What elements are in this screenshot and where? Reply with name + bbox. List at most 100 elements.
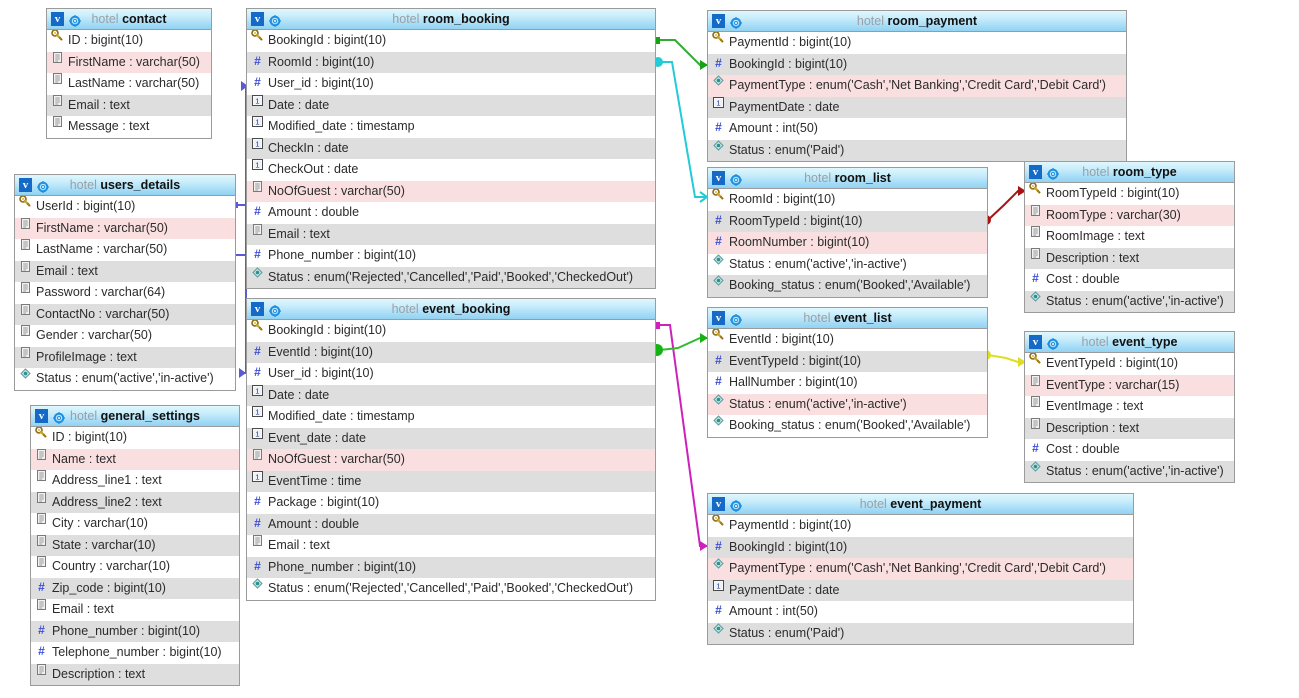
field-row[interactable]: PaymentType : enum('Cash','Net Banking',…	[708, 75, 1126, 97]
field-row[interactable]: ID : bigint(10)	[47, 30, 211, 52]
field-row[interactable]: # HallNumber : bigint(10)	[708, 372, 987, 394]
field-row[interactable]: # Cost : double	[1025, 269, 1234, 291]
field-row[interactable]: 1 PaymentDate : date	[708, 579, 1133, 601]
field-row[interactable]: 1 CheckOut : date	[247, 159, 655, 181]
gear-icon[interactable]	[730, 498, 742, 512]
field-row[interactable]: PaymentType : enum('Cash','Net Banking',…	[708, 558, 1133, 580]
field-row[interactable]: PaymentId : bigint(10)	[708, 32, 1126, 54]
expand-collapse-icon[interactable]: v	[35, 408, 48, 423]
table-room_type[interactable]: v hotel room_type RoomTypeId : bigint(10) R…	[1024, 161, 1235, 313]
field-row[interactable]: # Cost : double	[1025, 439, 1234, 461]
table-header-event_type[interactable]: v hotel event_type	[1025, 332, 1234, 353]
field-row[interactable]: Address_line2 : text	[31, 491, 239, 513]
field-row[interactable]: # Amount : int(50)	[708, 601, 1133, 623]
field-row[interactable]: Message : text	[47, 116, 211, 138]
table-header-room_type[interactable]: v hotel room_type	[1025, 162, 1234, 183]
field-row[interactable]: ID : bigint(10)	[31, 427, 239, 449]
gear-icon[interactable]	[730, 312, 742, 326]
table-header-event_booking[interactable]: v hotel event_booking	[247, 299, 655, 320]
expand-collapse-icon[interactable]: v	[251, 11, 264, 26]
field-row[interactable]: City : varchar(10)	[31, 513, 239, 535]
field-row[interactable]: Gender : varchar(50)	[15, 325, 235, 347]
field-row[interactable]: # Amount : double	[247, 513, 655, 535]
gear-icon[interactable]	[269, 13, 281, 27]
field-row[interactable]: Password : varchar(64)	[15, 282, 235, 304]
field-row[interactable]: ContactNo : varchar(50)	[15, 303, 235, 325]
expand-collapse-icon[interactable]: v	[19, 177, 32, 192]
table-header-room_payment[interactable]: v hotel room_payment	[708, 11, 1126, 32]
field-row[interactable]: UserId : bigint(10)	[15, 196, 235, 218]
field-row[interactable]: # EventId : bigint(10)	[247, 341, 655, 363]
field-row[interactable]: 1 PaymentDate : date	[708, 96, 1126, 118]
expand-collapse-icon[interactable]: v	[712, 170, 725, 185]
field-row[interactable]: # Package : bigint(10)	[247, 492, 655, 514]
table-room_payment[interactable]: v hotel room_payment PaymentId : bigint(10…	[707, 10, 1127, 162]
field-row[interactable]: EventId : bigint(10)	[708, 329, 987, 351]
table-header-contact[interactable]: v hotel contact	[47, 9, 211, 30]
table-event_type[interactable]: v hotel event_type EventTypeId : bigint(10…	[1024, 331, 1235, 483]
expand-collapse-icon[interactable]: v	[712, 13, 725, 28]
field-row[interactable]: BookingId : bigint(10)	[247, 320, 655, 342]
field-row[interactable]: Status : enum('active','in-active')	[15, 368, 235, 390]
expand-collapse-icon[interactable]: v	[51, 11, 64, 26]
field-row[interactable]: Status : enum('active','in-active')	[1025, 290, 1234, 312]
field-row[interactable]: 1 Date : date	[247, 384, 655, 406]
gear-icon[interactable]	[53, 410, 65, 424]
gear-icon[interactable]	[730, 15, 742, 29]
field-row[interactable]: # Zip_code : bigint(10)	[31, 577, 239, 599]
table-header-general_settings[interactable]: v hotel general_settings	[31, 406, 239, 427]
field-row[interactable]: FirstName : varchar(50)	[47, 51, 211, 73]
field-row[interactable]: Name : text	[31, 448, 239, 470]
field-row[interactable]: Country : varchar(10)	[31, 556, 239, 578]
field-row[interactable]: NoOfGuest : varchar(50)	[247, 180, 655, 202]
field-row[interactable]: 1 EventTime : time	[247, 470, 655, 492]
table-users_details[interactable]: v hotel users_details UserId : bigint(10) F…	[14, 174, 236, 391]
field-row[interactable]: LastName : varchar(50)	[47, 73, 211, 95]
field-row[interactable]: Address_line1 : text	[31, 470, 239, 492]
field-row[interactable]: # Telephone_number : bigint(10)	[31, 642, 239, 664]
field-row[interactable]: Description : text	[31, 663, 239, 685]
field-row[interactable]: 1 Event_date : date	[247, 427, 655, 449]
field-row[interactable]: Status : enum('Rejected','Cancelled','Pa…	[247, 266, 655, 288]
field-row[interactable]: RoomId : bigint(10)	[708, 189, 987, 211]
field-row[interactable]: Description : text	[1025, 247, 1234, 269]
field-row[interactable]: # RoomId : bigint(10)	[247, 51, 655, 73]
field-row[interactable]: EventType : varchar(15)	[1025, 374, 1234, 396]
table-event_list[interactable]: v hotel event_list EventId : bigint(10) # Ev…	[707, 307, 988, 438]
field-row[interactable]: # Amount : int(50)	[708, 118, 1126, 140]
expand-collapse-icon[interactable]: v	[712, 310, 725, 325]
field-row[interactable]: 1 Date : date	[247, 94, 655, 116]
table-header-users_details[interactable]: v hotel users_details	[15, 175, 235, 196]
field-row[interactable]: Email : text	[15, 260, 235, 282]
expand-collapse-icon[interactable]: v	[1029, 164, 1042, 179]
field-row[interactable]: Email : text	[247, 223, 655, 245]
field-row[interactable]: Status : enum('Rejected','Cancelled','Pa…	[247, 578, 655, 600]
field-row[interactable]: Email : text	[47, 94, 211, 116]
field-row[interactable]: 1 Modified_date : timestamp	[247, 116, 655, 138]
gear-icon[interactable]	[730, 172, 742, 186]
field-row[interactable]: 1 Modified_date : timestamp	[247, 406, 655, 428]
field-row[interactable]: ProfileImage : text	[15, 346, 235, 368]
field-row[interactable]: # EventTypeId : bigint(10)	[708, 350, 987, 372]
field-row[interactable]: # User_id : bigint(10)	[247, 73, 655, 95]
field-row[interactable]: EventTypeId : bigint(10)	[1025, 353, 1234, 375]
table-room_list[interactable]: v hotel room_list RoomId : bigint(10) # Room…	[707, 167, 988, 298]
expand-collapse-icon[interactable]: v	[251, 301, 264, 316]
table-header-event_list[interactable]: v hotel event_list	[708, 308, 987, 329]
gear-icon[interactable]	[269, 303, 281, 317]
field-row[interactable]: BookingId : bigint(10)	[247, 30, 655, 52]
field-row[interactable]: # Phone_number : bigint(10)	[247, 556, 655, 578]
field-row[interactable]: RoomType : varchar(30)	[1025, 204, 1234, 226]
field-row[interactable]: NoOfGuest : varchar(50)	[247, 449, 655, 471]
field-row[interactable]: # RoomTypeId : bigint(10)	[708, 210, 987, 232]
field-row[interactable]: Email : text	[31, 599, 239, 621]
field-row[interactable]: EventImage : text	[1025, 396, 1234, 418]
field-row[interactable]: # BookingId : bigint(10)	[708, 536, 1133, 558]
table-contact[interactable]: v hotel contact ID : bigint(10) FirstName :…	[46, 8, 212, 139]
field-row[interactable]: State : varchar(10)	[31, 534, 239, 556]
field-row[interactable]: PaymentId : bigint(10)	[708, 515, 1133, 537]
field-row[interactable]: Booking_status : enum('Booked','Availabl…	[708, 415, 987, 437]
table-general_settings[interactable]: v hotel general_settings ID : bigint(10) Na…	[30, 405, 240, 686]
field-row[interactable]: # Amount : double	[247, 202, 655, 224]
field-row[interactable]: # User_id : bigint(10)	[247, 363, 655, 385]
